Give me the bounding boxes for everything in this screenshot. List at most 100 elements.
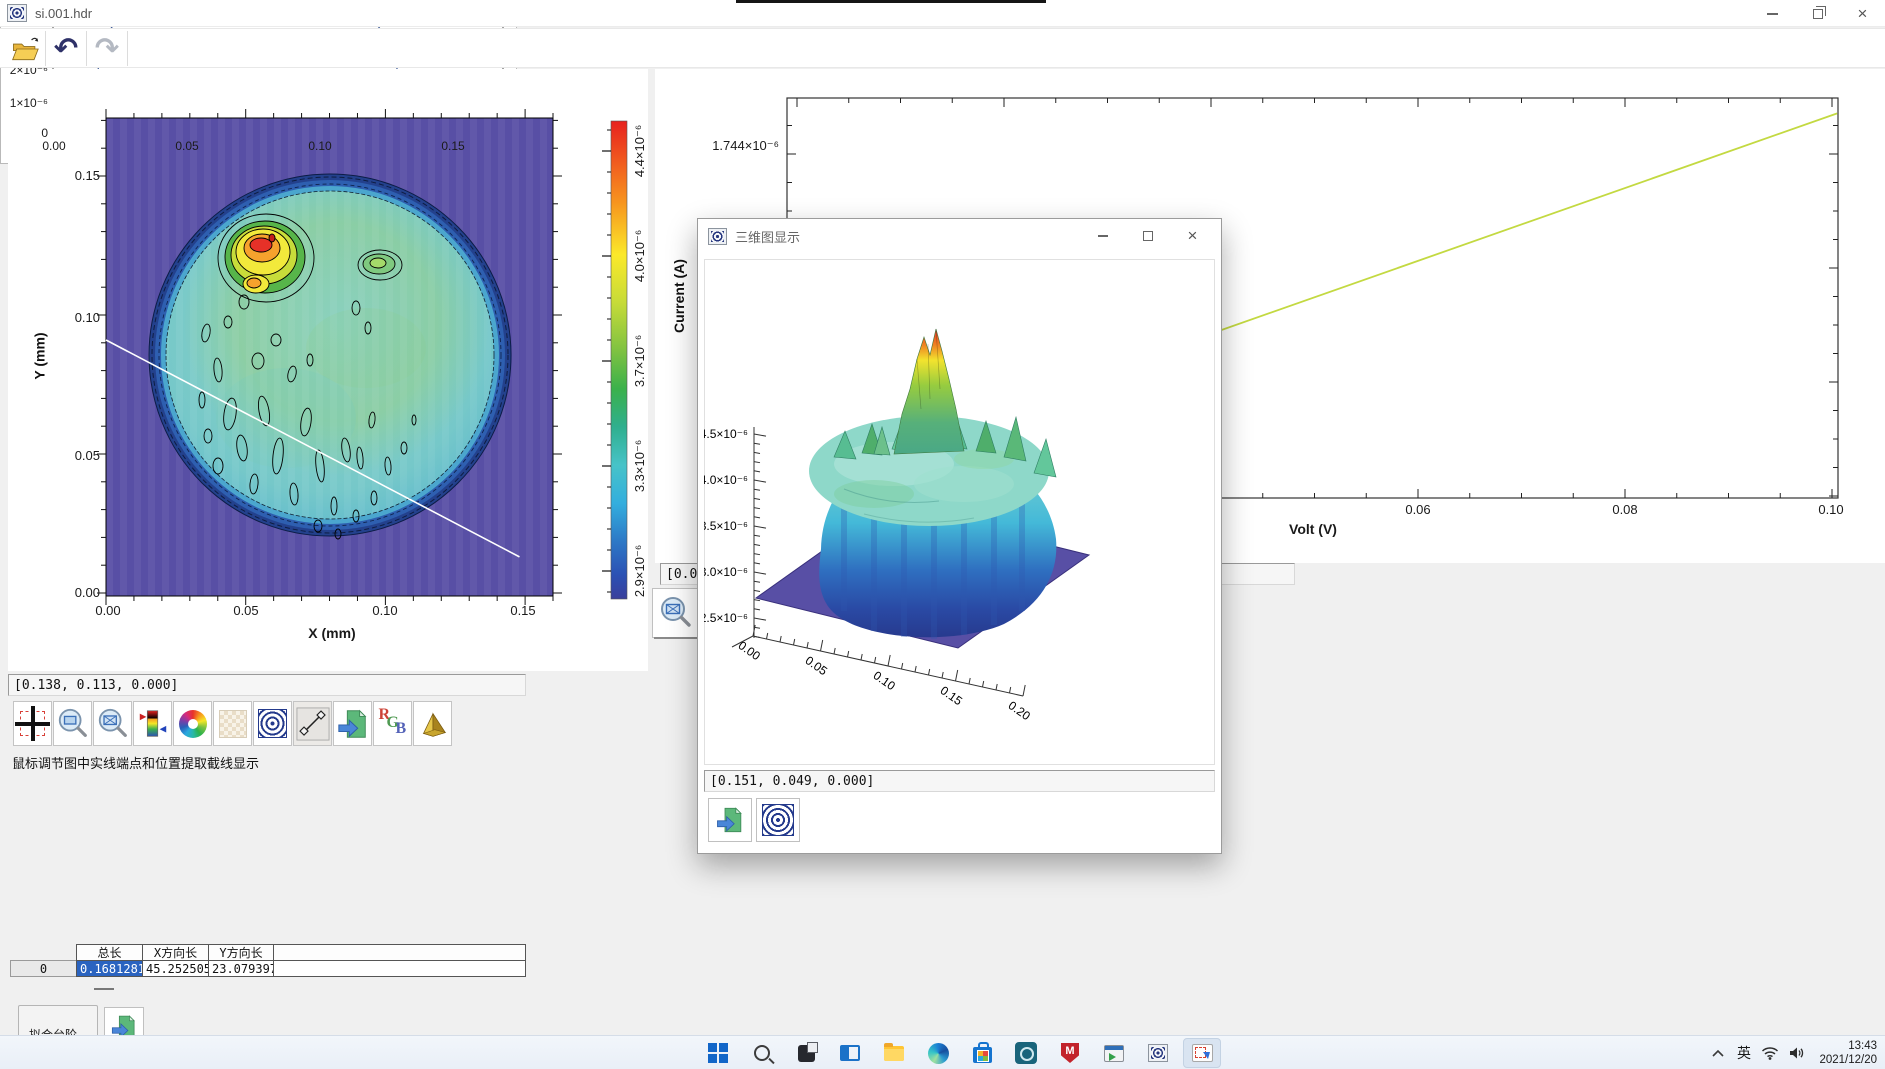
zoom-box-tool-button[interactable]: [53, 701, 92, 746]
y-axis-label: Y (mm): [30, 311, 50, 401]
clock-date: 2021/12/20: [1809, 1053, 1877, 1067]
table-header-total[interactable]: 总长: [76, 944, 143, 961]
taskbar-file-explorer-button[interactable]: [872, 1036, 916, 1069]
app-icon: [7, 4, 27, 22]
x-tick-label: 0.10: [361, 603, 409, 618]
ime-indicator[interactable]: 英: [1731, 1036, 1757, 1069]
toolbar-separator: [45, 31, 46, 66]
table-header-filler: [273, 944, 526, 961]
surface-3d-canvas[interactable]: 4.5×10⁻⁶ 4.0×10⁻⁶ 3.5×10⁻⁶ 3.0×10⁻⁶ 2.5×…: [704, 259, 1215, 765]
profile-x-tick: 0.00: [32, 139, 76, 153]
colorbar-label: 2.9×10⁻⁶: [628, 526, 652, 616]
x3d-tick-label: 0.20: [1006, 698, 1033, 723]
export-tool-button[interactable]: [333, 701, 372, 746]
dialog-titlebar[interactable]: 三维图显示 ×: [698, 219, 1221, 253]
tray-volume-button[interactable]: [1783, 1036, 1809, 1069]
dialog-close-button[interactable]: ×: [1170, 219, 1215, 253]
table-cell-total[interactable]: 0.16812819: [76, 960, 143, 977]
contour-plot-canvas[interactable]: [96, 108, 563, 606]
taskbar: M 英 13:43: [0, 1035, 1885, 1069]
iv-zoom-reset-button[interactable]: [652, 588, 699, 638]
line-profile-tool-button[interactable]: [293, 701, 332, 746]
tray-chevron-button[interactable]: [1705, 1036, 1731, 1069]
close-button[interactable]: ×: [1840, 0, 1885, 27]
redo-button[interactable]: ↷: [88, 31, 126, 66]
clock[interactable]: 13:43 2021/12/20: [1809, 1039, 1881, 1068]
taskbar-search-button[interactable]: [740, 1036, 784, 1069]
rgb-tool-button[interactable]: RGB: [373, 701, 412, 746]
iv-x-axis-label: Volt (V): [1263, 521, 1363, 537]
dialog-pattern-button[interactable]: [756, 798, 800, 842]
z-tick-label: 2.5×10⁻⁶: [704, 611, 748, 625]
media-app-icon: [1104, 1045, 1124, 1062]
microsoft-store-icon: [973, 1047, 992, 1063]
table-header-xlen[interactable]: X方向长: [142, 944, 209, 961]
dialog-export-button[interactable]: [708, 798, 752, 842]
x3d-tick-label: 0.05: [803, 653, 830, 678]
taskbar-tray: 英 13:43 2021/12/20: [1705, 1036, 1881, 1069]
taskbar-mcafee-button[interactable]: M: [1048, 1036, 1092, 1069]
window-controls: ×: [1750, 0, 1885, 27]
crosshair-tool-button[interactable]: [13, 701, 52, 746]
y-tick-label: 0.05: [64, 448, 100, 463]
undo-icon: ↶: [54, 34, 78, 63]
color-wheel-tool-button[interactable]: [173, 701, 212, 746]
taskbar-task-view-button[interactable]: [784, 1036, 828, 1069]
pattern-icon: [762, 804, 794, 836]
clock-time: 13:43: [1809, 1039, 1877, 1053]
main-titlebar[interactable]: si.001.hdr ×: [0, 0, 1885, 27]
taskbar-desktops-button[interactable]: [828, 1036, 872, 1069]
x-tick-label: 0.05: [222, 603, 270, 618]
x-tick-label: 0.00: [84, 603, 132, 618]
wifi-icon: [1761, 1046, 1779, 1060]
texture-tool-button[interactable]: [213, 701, 252, 746]
iv-y-tick-label: 1.744×10⁻⁶: [691, 138, 779, 154]
table-cell-ylen[interactable]: 23.079397: [208, 960, 274, 977]
taskbar-teal-app-button[interactable]: [1004, 1036, 1048, 1069]
z-tick-label: 4.5×10⁻⁶: [704, 427, 748, 441]
table-resize-handle[interactable]: [94, 988, 114, 990]
x-tick-label: 0.15: [499, 603, 547, 618]
z-tick-label: 3.5×10⁻⁶: [704, 519, 748, 533]
tray-wifi-button[interactable]: [1757, 1036, 1783, 1069]
surface-3d-tool-button[interactable]: [413, 701, 452, 746]
color-scale-icon: [136, 707, 170, 741]
open-file-button[interactable]: [6, 31, 44, 66]
surface-peak: [894, 329, 964, 454]
taskbar-pattern-app-button[interactable]: [1136, 1036, 1180, 1069]
taskbar-store-button[interactable]: [960, 1036, 1004, 1069]
zoom-box-icon: [56, 707, 90, 741]
dialog-minimize-button[interactable]: [1080, 219, 1125, 253]
chevron-up-icon: [1711, 1048, 1725, 1058]
restore-button[interactable]: [1795, 0, 1840, 27]
z-tick-label: 4.0×10⁻⁶: [704, 473, 748, 487]
speaker-icon: [1788, 1046, 1805, 1060]
undo-button[interactable]: ↶: [47, 31, 85, 66]
desktops-icon: [840, 1045, 860, 1061]
zoom-reset-tool-button[interactable]: [93, 701, 132, 746]
y-tick-label: 0.15: [64, 168, 100, 183]
pattern-tool-button[interactable]: [253, 701, 292, 746]
table-cell-xlen[interactable]: 45.252505: [142, 960, 209, 977]
start-button[interactable]: [696, 1036, 740, 1069]
profile-x-tick: 0.10: [298, 139, 342, 153]
color-scale-tool-button[interactable]: [133, 701, 172, 746]
dialog-maximize-button[interactable]: [1125, 219, 1170, 253]
y-tick-label: 0.10: [64, 310, 100, 325]
y-tick-label: 0.00: [64, 585, 100, 600]
screen-artifact-strip: [736, 0, 1046, 3]
surface-3d-icon: [416, 707, 450, 741]
teal-app-icon: [1015, 1042, 1037, 1064]
table-row-header[interactable]: 0: [10, 960, 77, 977]
dialog-icon: [708, 228, 727, 245]
taskbar-edge-button[interactable]: [916, 1036, 960, 1069]
x3d-tick-label: 0.10: [871, 668, 898, 693]
profile-x-tick: 0.05: [165, 139, 209, 153]
pattern-app-icon: [1148, 1044, 1168, 1062]
profile-x-tick: 0.15: [431, 139, 475, 153]
contour-readout: [0.138, 0.113, 0.000]: [8, 674, 526, 696]
taskbar-media-app-button[interactable]: [1092, 1036, 1136, 1069]
taskbar-capture-app-button[interactable]: [1180, 1036, 1224, 1069]
table-header-ylen[interactable]: Y方向长: [208, 944, 274, 961]
minimize-button[interactable]: [1750, 0, 1795, 27]
